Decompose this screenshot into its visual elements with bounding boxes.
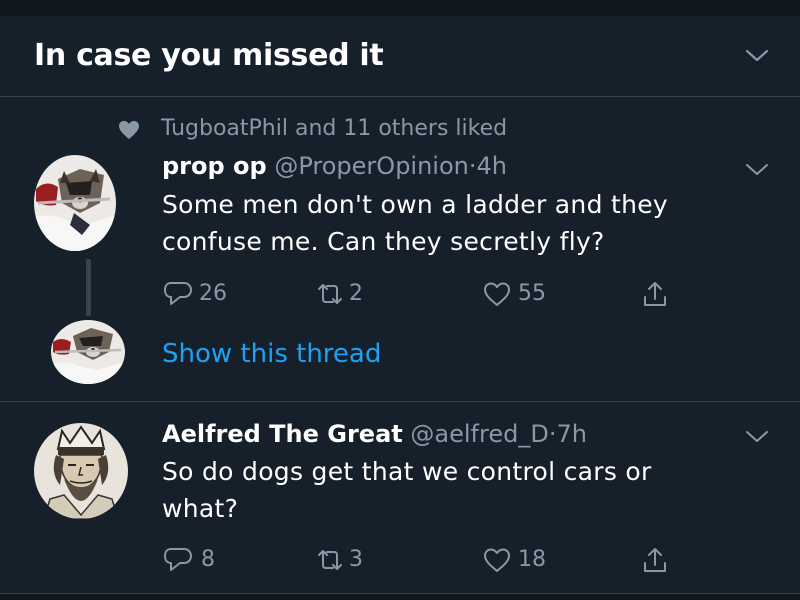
- tweet-text-line: Some men don't own a ladder and they: [162, 190, 669, 219]
- section-title: In case you missed it: [34, 38, 384, 73]
- reply-icon: [163, 545, 193, 575]
- tweet-text: Some men don't own a ladder and they con…: [162, 186, 762, 260]
- show-thread-link[interactable]: Show this thread: [162, 339, 381, 369]
- tweet-header: prop op @ProperOpinion·4h: [162, 152, 507, 180]
- avatar[interactable]: [51, 320, 125, 384]
- bottom-bar: [0, 594, 800, 600]
- heart-icon: [118, 120, 140, 140]
- retweet-icon: [315, 279, 345, 309]
- separator: ·: [468, 152, 477, 180]
- like-count: 55: [518, 281, 546, 306]
- chevron-down-icon[interactable]: [745, 49, 769, 63]
- chevron-down-icon[interactable]: [745, 163, 769, 177]
- retweet-count: 2: [349, 281, 363, 306]
- chevron-down-icon[interactable]: [745, 430, 769, 444]
- share-icon: [640, 279, 670, 309]
- heart-outline-icon: [482, 279, 512, 309]
- reply-icon: [163, 279, 193, 309]
- retweet-icon: [315, 545, 345, 575]
- tweet-text: So do dogs get that we control cars or w…: [162, 453, 762, 527]
- timestamp[interactable]: 4h: [477, 152, 507, 180]
- reply-count: 8: [201, 547, 215, 572]
- tweet-text-line: what?: [162, 494, 239, 523]
- avatar[interactable]: [34, 155, 116, 251]
- timestamp[interactable]: 7h: [556, 420, 586, 448]
- social-context-text: TugboatPhil and 11 others liked: [161, 116, 508, 141]
- top-bar: [0, 0, 800, 16]
- retweet-count: 3: [349, 547, 363, 572]
- reply-count: 26: [199, 281, 227, 306]
- like-count: 18: [518, 547, 546, 572]
- avatar[interactable]: [34, 423, 128, 519]
- share-icon: [640, 545, 670, 575]
- tweet-header: Aelfred The Great @aelfred_D·7h: [162, 420, 587, 448]
- tweet-text-line: confuse me. Can they secretly fly?: [162, 227, 605, 256]
- divider: [0, 401, 800, 402]
- author-name[interactable]: prop op: [162, 152, 267, 180]
- section-header: In case you missed it: [0, 16, 800, 97]
- heart-outline-icon: [482, 545, 512, 575]
- author-handle[interactable]: @aelfred_D: [410, 420, 548, 448]
- author-name[interactable]: Aelfred The Great: [162, 420, 403, 448]
- tweet-text-line: So do dogs get that we control cars or: [162, 457, 652, 486]
- author-handle[interactable]: @ProperOpinion: [274, 152, 469, 180]
- thread-connector-line: [86, 259, 91, 316]
